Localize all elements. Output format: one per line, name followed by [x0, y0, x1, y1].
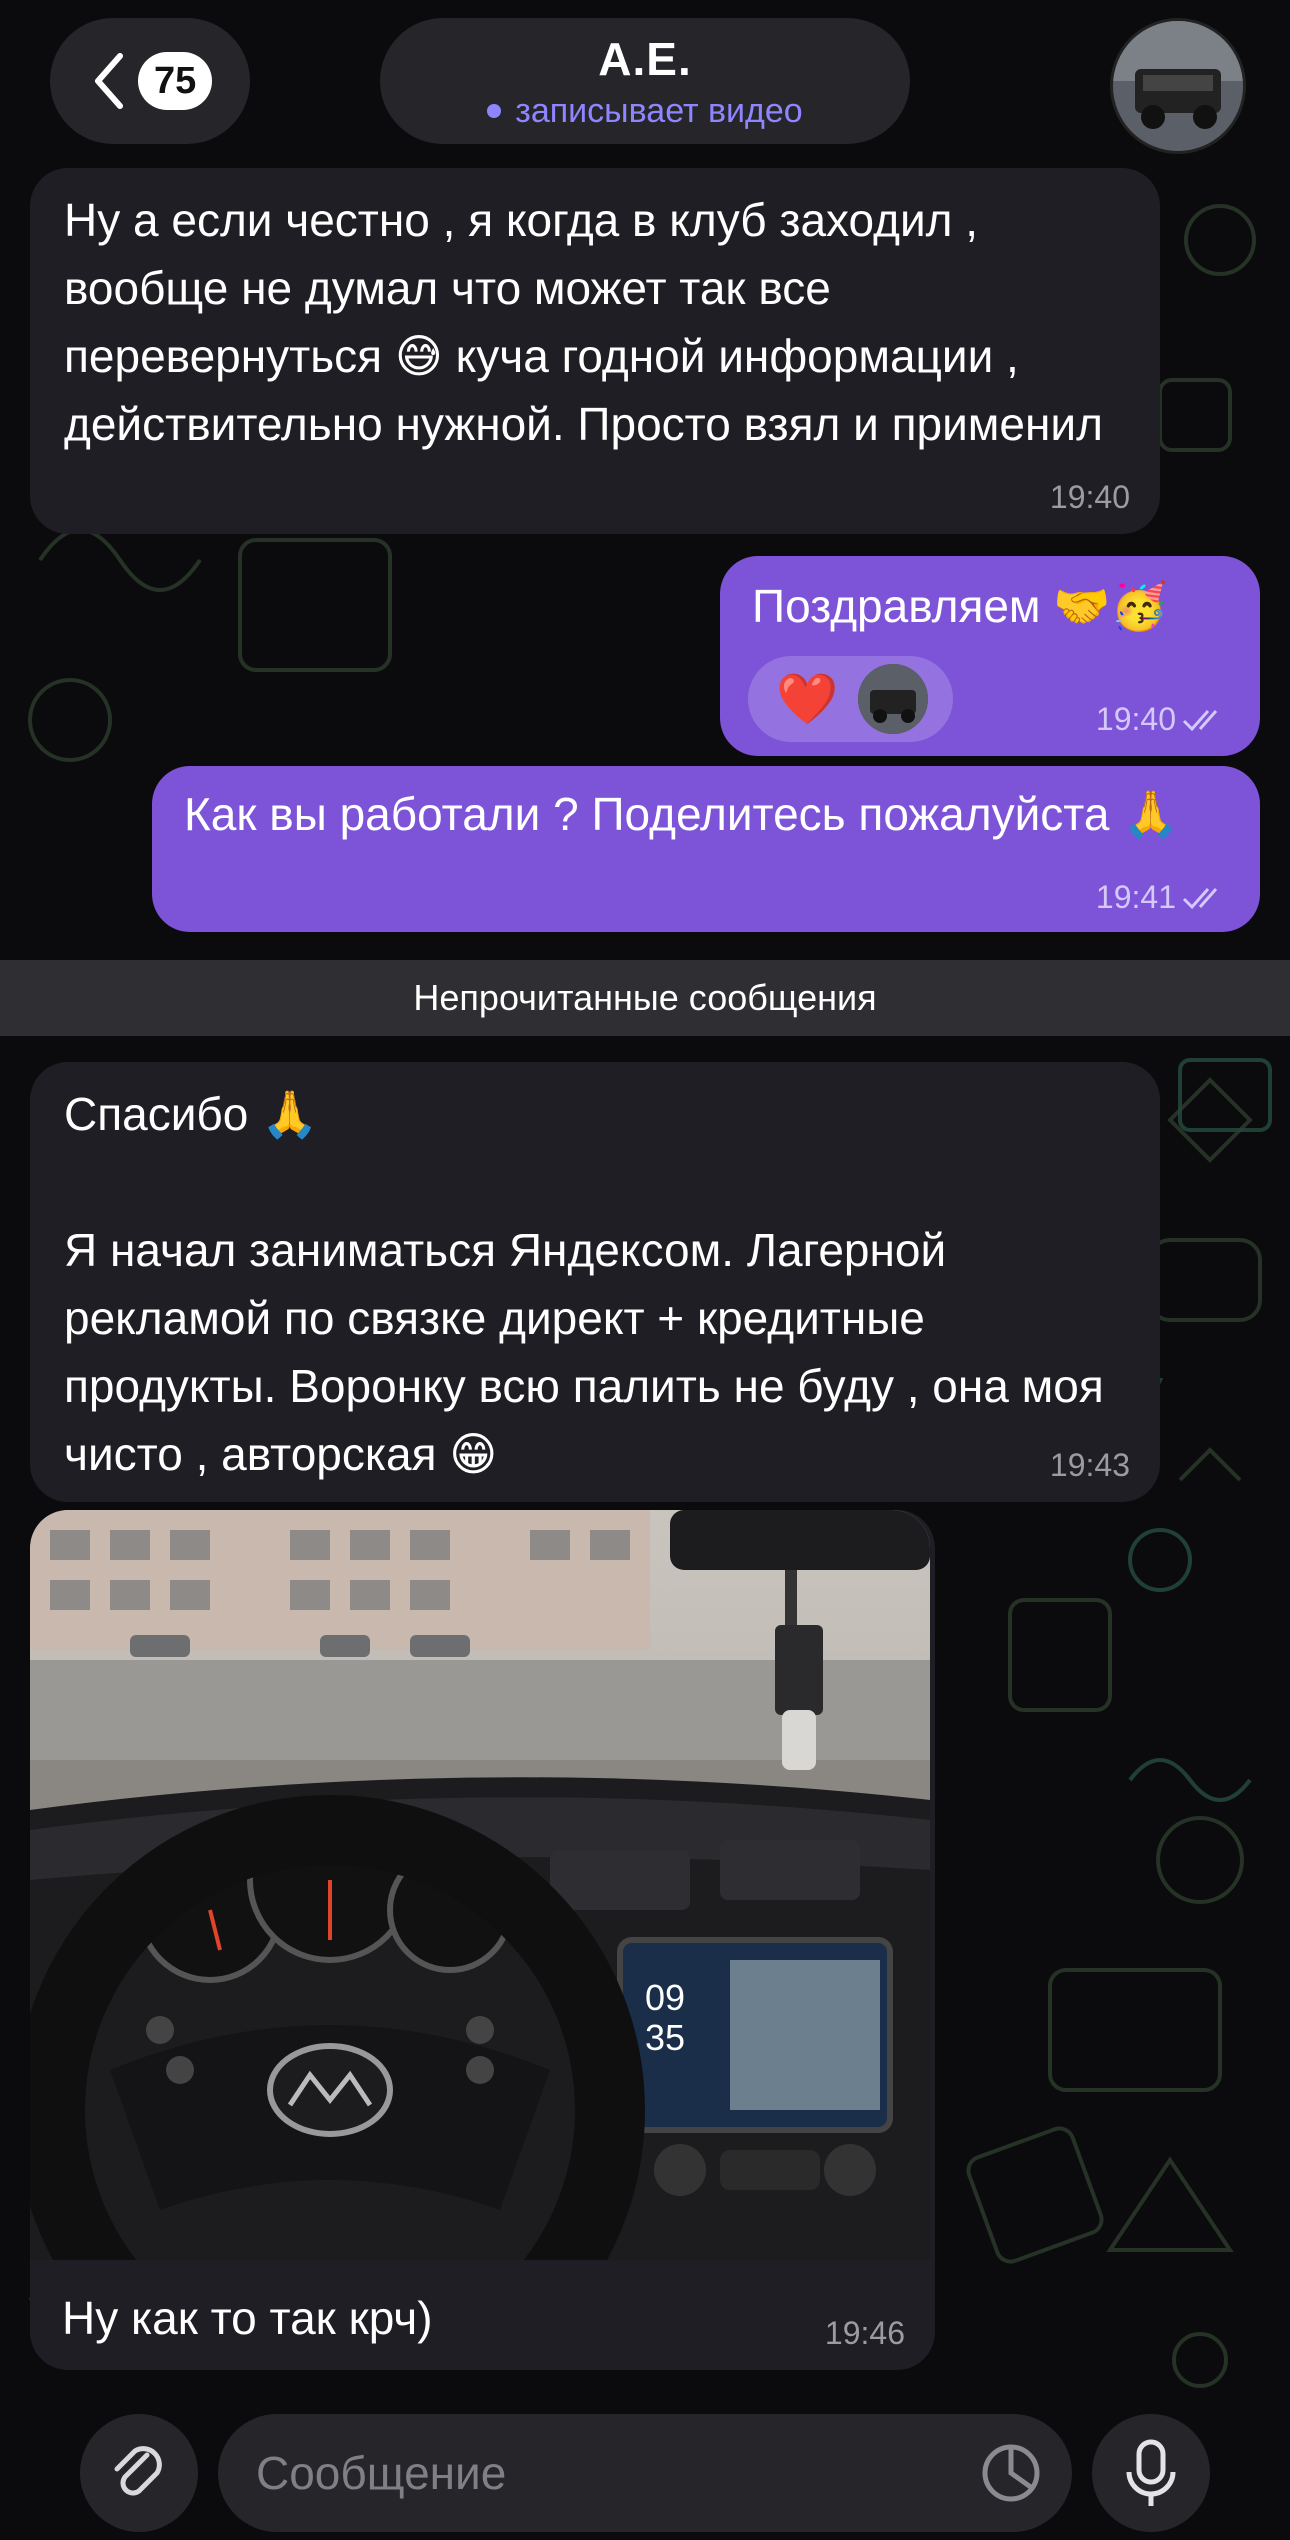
screen-clock-text: 09 — [645, 1977, 685, 2018]
status-dot-icon — [487, 104, 502, 118]
sticker-icon[interactable] — [980, 2442, 1042, 2504]
chat-title-area[interactable]: А.Е. записывает видео — [380, 18, 910, 144]
message-text: Ну а если честно , я когда в клуб заходи… — [64, 194, 1103, 450]
message-text: Спасибо 🙏 Я начал заниматься Яндексом. Л… — [64, 1088, 1104, 1480]
car-interior-photo[interactable]: 09 35 — [30, 1510, 930, 2260]
microphone-button[interactable] — [1092, 2414, 1210, 2532]
typing-status: записывает видео — [487, 91, 803, 131]
message-time: 19:40 — [1049, 479, 1130, 515]
chat-title: А.Е. — [598, 32, 692, 85]
avatar[interactable] — [1110, 18, 1246, 154]
message-composer — [0, 2400, 1290, 2540]
chat-header: 75 А.Е. записывает видео — [0, 0, 1290, 160]
message-time: 19:41 — [1096, 879, 1228, 916]
svg-text:35: 35 — [645, 2017, 685, 2058]
double-check-icon — [1182, 887, 1218, 909]
message-input[interactable] — [254, 2445, 938, 2501]
status-text: записывает видео — [515, 91, 803, 130]
message-input-container[interactable] — [218, 2414, 1072, 2532]
incoming-photo-message[interactable]: 09 35 Ну как то так крч) 19:46 — [30, 1510, 935, 2370]
reaction-pill[interactable]: ❤️ — [748, 656, 953, 742]
outgoing-message[interactable]: Поздравляем 🤝🥳 ❤️ 19:40 — [720, 556, 1260, 756]
message-time: 19:40 — [1096, 701, 1228, 738]
message-time: 19:46 — [824, 2315, 905, 2351]
incoming-message[interactable]: Ну а если честно , я когда в клуб заходи… — [30, 168, 1160, 534]
unread-divider: Непрочитанные сообщения — [0, 960, 1290, 1036]
paperclip-icon — [114, 2446, 162, 2496]
double-check-icon — [1182, 709, 1218, 731]
microphone-icon — [1126, 2439, 1176, 2506]
photo-caption: Ну как то так крч) — [62, 2292, 433, 2344]
message-text: Как вы работали ? Поделитесь пожалуйста … — [184, 788, 1180, 840]
incoming-message[interactable]: Спасибо 🙏 Я начал заниматься Яндексом. Л… — [30, 1062, 1160, 1502]
message-text: Поздравляем 🤝🥳 — [752, 580, 1168, 632]
heart-reaction-icon: ❤️ — [776, 671, 839, 727]
back-button[interactable]: 75 — [50, 18, 250, 144]
message-time: 19:43 — [1049, 1447, 1130, 1483]
attach-button[interactable] — [80, 2414, 198, 2532]
chevron-left-icon — [95, 53, 123, 109]
outgoing-message[interactable]: Как вы работали ? Поделитесь пожалуйста … — [152, 766, 1260, 932]
unread-badge: 75 — [138, 52, 213, 110]
reaction-avatar — [858, 664, 929, 734]
